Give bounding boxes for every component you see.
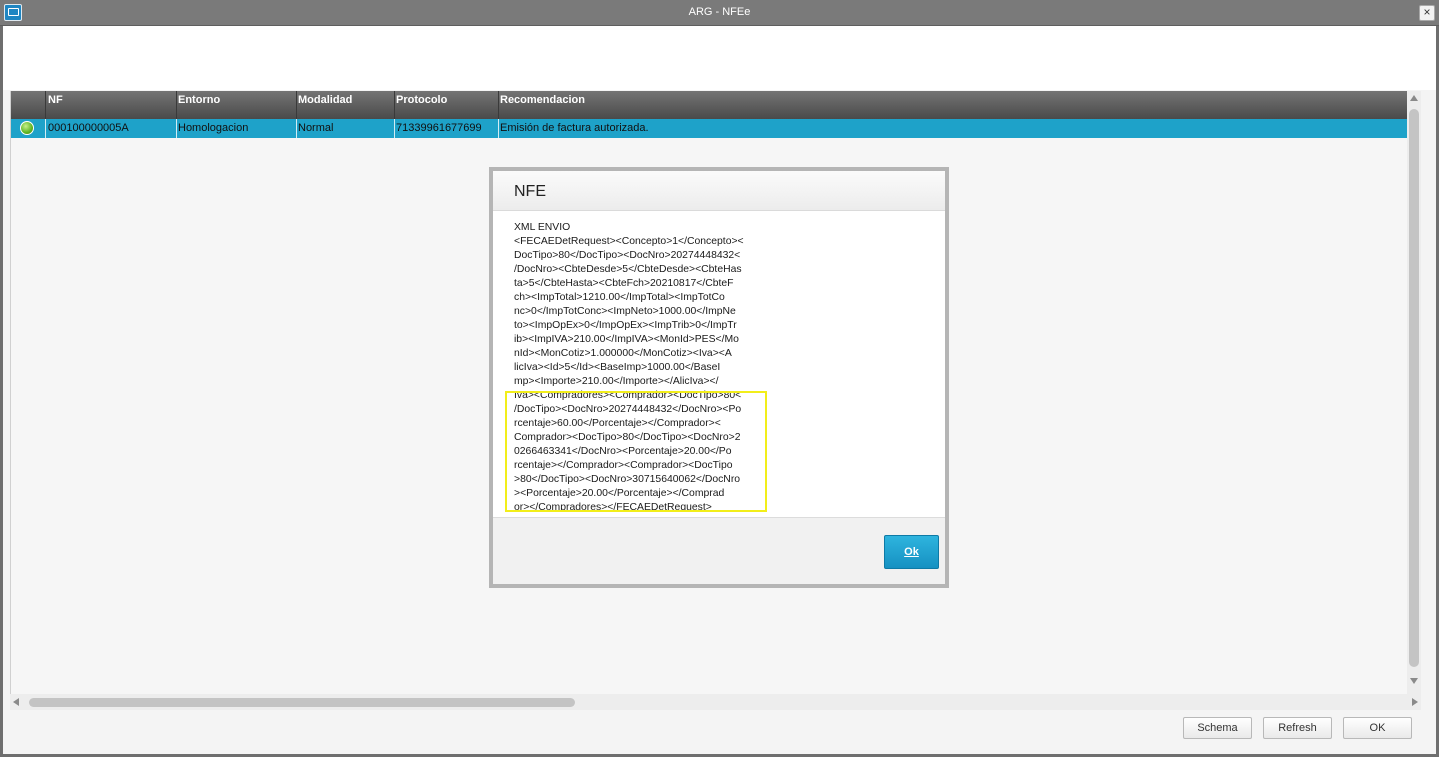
green-circle-icon [20,121,34,135]
horizontal-scroll-thumb[interactable] [29,698,575,707]
horizontal-scrollbar[interactable] [10,694,1421,710]
xml-line: /DocNro><CbteDesde>5</CbteDesde><CbteHas [514,264,742,275]
cell-separator [498,119,499,138]
column-header-protocolo[interactable]: Protocolo [396,94,447,106]
close-icon[interactable]: × [1419,5,1435,21]
column-separator [498,91,499,119]
xml-line: ta>5</CbteHasta><CbteFch>20210817</CbteF [514,278,734,289]
dialog-ok-button[interactable]: Ok [884,535,939,569]
window-title: ARG - NFEe [688,6,751,18]
ok-button[interactable]: OK [1343,717,1412,739]
scroll-down-icon[interactable] [1410,678,1418,684]
highlight-box [505,391,767,512]
cell-separator [296,119,297,138]
refresh-button[interactable]: Refresh [1263,717,1332,739]
scroll-right-icon[interactable] [1412,698,1418,706]
cell-protocolo: 71339961677699 [396,122,482,134]
column-header-entorno[interactable]: Entorno [178,94,220,106]
xml-line: to><ImpOpEx>0</ImpOpEx><ImpTrib>0</ImpTr [514,320,737,331]
column-separator [45,91,46,119]
xml-line: licIva><Id>5</Id><BaseImp>1000.00</BaseI [514,362,721,373]
cell-separator [176,119,177,138]
xml-line: <FECAEDetRequest><Concepto>1</Concepto>< [514,236,744,247]
vertical-scrollbar[interactable] [1407,91,1421,694]
grid-header: NF Entorno Modalidad Protocolo Recomenda… [11,91,1408,119]
column-header-modalidad[interactable]: Modalidad [298,94,352,106]
cell-nf: 000100000005A [48,122,129,134]
column-separator [296,91,297,119]
dialog-title: NFE [514,183,546,200]
dialog-header: NFE [493,171,945,211]
column-separator [394,91,395,119]
cell-recomendacion: Emisión de factura autorizada. [500,122,649,134]
xml-line: DocTipo>80</DocTipo><DocNro>20274448432< [514,250,741,261]
cell-entorno: Homologacion [178,122,249,134]
scroll-left-icon[interactable] [13,698,19,706]
nfe-dialog: NFE XML ENVIO <FECAEDetRequest><Concepto>… [489,167,949,588]
xml-line: mp><Importe>210.00</Importe></AlicIva></ [514,376,719,387]
scroll-up-icon[interactable] [1410,95,1418,101]
xml-line: nId><MonCotiz>1.000000</MonCotiz><Iva><A [514,348,732,359]
dialog-footer [493,517,945,584]
xml-line: ib><ImpIVA>210.00</ImpIVA><MonId>PES</Mo [514,334,739,345]
schema-button[interactable]: Schema [1183,717,1252,739]
table-row[interactable]: 000100000005A Homologacion Normal 713399… [11,119,1408,138]
xml-line: XML ENVIO [514,222,571,233]
dialog-body[interactable]: XML ENVIO <FECAEDetRequest><Concepto>1</C… [493,212,945,517]
xml-line: ch><ImpTotal>1210.00</ImpTotal><ImpTotCo [514,292,725,303]
xml-line: nc>0</ImpTotConc><ImpNeto>1000.00</ImpNe [514,306,736,317]
cell-modalidad: Normal [298,122,334,134]
column-separator [176,91,177,119]
top-panel [3,26,1436,90]
column-header-nf[interactable]: NF [48,94,63,106]
column-header-recomendacion[interactable]: Recomendacion [500,94,585,106]
title-bar: ARG - NFEe × [0,0,1439,26]
cell-separator [394,119,395,138]
cell-separator [45,119,46,138]
vertical-scroll-thumb[interactable] [1409,109,1419,667]
